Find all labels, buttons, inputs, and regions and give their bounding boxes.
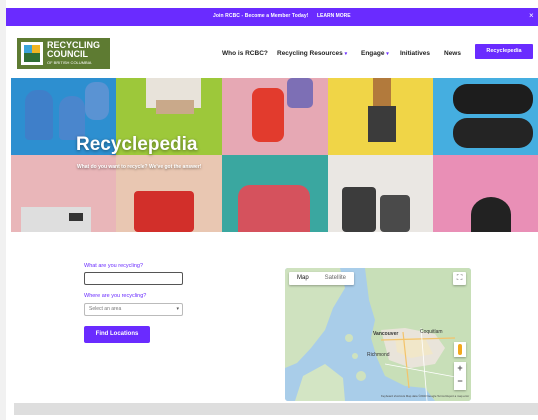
clothing-image [222,155,328,232]
rcbc-logo[interactable]: RECYCLING COUNCIL OF BRITISH COLUMBIA [17,38,110,69]
logo-text-line2: COUNCIL [47,49,88,59]
map-attribution: Keyboard shortcuts Map data ©2023 Google… [381,394,470,398]
logo-mark-icon [21,42,43,65]
announcement-message: Join RCBC - Become a Member Today! [213,13,309,19]
nav-item-recycling-resources[interactable]: Recycling Resources ▾ [277,50,347,57]
logo-text-line3: OF BRITISH COLUMBIA [47,60,92,65]
map-type-map-button[interactable]: Map [289,272,317,285]
hero-title: Recyclepedia [76,134,198,155]
nav-item-news[interactable]: News [444,50,461,57]
area-select[interactable]: Select an area ▾ [84,303,183,316]
zoom-in-button[interactable]: + [454,362,466,375]
site-header: RECYCLING COUNCIL OF BRITISH COLUMBIA Wh… [6,26,538,78]
zoom-control: + − [454,362,466,390]
close-icon[interactable]: × [529,11,534,21]
nav-item-initiatives[interactable]: Initiatives [400,50,430,57]
map-label-coquitlam: Coquitlam [420,329,443,335]
hero-subtitle: What do you want to recycle? We've got t… [77,164,202,170]
recycling-area-label: Where are you recycling? [84,293,147,299]
chemical-bottles-image [222,78,328,155]
recycling-item-label: What are you recycling? [84,263,143,269]
nav-item-engage[interactable]: Engage ▾ [361,50,389,57]
map-label-vancouver: Vancouver [373,331,399,337]
recyclepedia-button[interactable]: Recyclepedia [475,44,533,59]
oil-containers-image [328,155,433,232]
fullscreen-icon[interactable]: ⛶ [453,272,466,285]
announcement-bar: Join RCBC - Become a Member Today! LEARN… [6,8,538,26]
street-view-pegman-icon[interactable] [454,342,466,357]
area-select-value: Select an area [89,306,122,312]
chevron-down-icon: ▾ [344,51,348,57]
recycling-item-input[interactable] [84,272,183,285]
nav-item-who-is-rcbc[interactable]: Who is RCBC? [222,50,268,57]
chevron-down-icon: ▾ [386,51,389,57]
map-widget[interactable]: Vancouver Richmond Coquitlam Map Satelli… [285,268,471,401]
find-locations-button[interactable]: Find Locations [84,326,150,343]
map-type-control: Map Satellite [289,272,355,285]
map-type-satellite-button[interactable]: Satellite [317,272,354,285]
zoom-out-button[interactable]: − [454,375,466,388]
tires-image [433,78,538,155]
footer-strip [14,403,538,415]
paint-brush-image [328,78,433,155]
learn-more-link[interactable]: LEARN MORE [317,13,351,19]
chevron-down-icon: ▾ [176,306,179,312]
smoke-detector-image [433,155,538,232]
map-label-richmond: Richmond [367,352,390,358]
